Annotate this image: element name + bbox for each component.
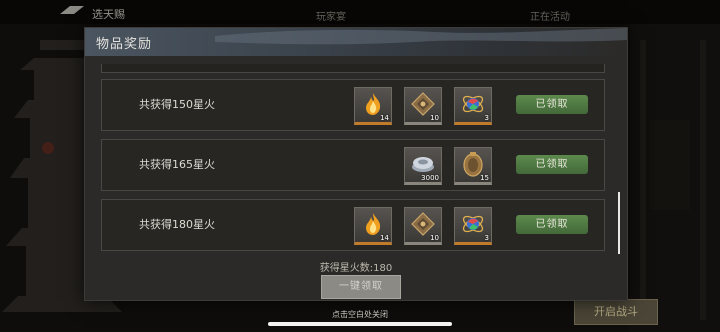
claim-all-button[interactable]: 一键领取 (321, 275, 401, 299)
claimed-button[interactable]: 已领取 (516, 215, 588, 234)
background-tab-1[interactable]: 玩家宴 (316, 8, 346, 23)
reward-item[interactable]: 14 (354, 207, 392, 245)
reward-item[interactable]: 3 (454, 87, 492, 125)
home-indicator[interactable] (268, 322, 452, 326)
reward-item[interactable]: 14 (354, 87, 392, 125)
item-quantity: 3 (484, 114, 489, 122)
item-quantity: 14 (380, 114, 389, 122)
reward-item[interactable]: 10 (404, 87, 442, 125)
reward-row-label: 共获得165星火 (139, 158, 215, 171)
item-quantity: 3000 (421, 174, 439, 182)
dialog-title: 物品奖励 (96, 37, 153, 52)
star-fire-count: 获得星火数:180 (319, 263, 393, 274)
reward-row: 共获得150星火 14 10 3 已领取 (101, 79, 605, 131)
item-quantity: 14 (380, 234, 389, 242)
list-scrollbar[interactable] (618, 192, 620, 254)
back-arrow-icon[interactable] (58, 4, 86, 18)
background-tab-2[interactable]: 正在活动 (530, 8, 570, 23)
reward-row: 共获得165星火 3000 15 已领取 (101, 139, 605, 191)
rainbow-orb-icon (462, 215, 484, 233)
claimed-button[interactable]: 已领取 (516, 95, 588, 114)
reward-item[interactable]: 10 (404, 207, 442, 245)
ink-brush-decoration (215, 28, 627, 45)
reward-item[interactable]: 3000 (404, 147, 442, 185)
reward-item[interactable]: 3 (454, 207, 492, 245)
reward-dialog: 物品奖励 共获得150星火 14 10 3 已领取 共获得165星火 3000 … (84, 27, 628, 301)
list-item-partial (101, 64, 605, 73)
background-title: 选天赐 (92, 8, 125, 21)
close-hint: 点击空白处关闭 (332, 310, 388, 319)
reward-row: 共获得180星火 14 10 3 已领取 (101, 199, 605, 251)
dialog-header: 物品奖励 (85, 28, 627, 56)
reward-row-label: 共获得150星火 (139, 98, 215, 111)
item-quantity: 10 (430, 114, 439, 122)
reward-list[interactable]: 共获得150星火 14 10 3 已领取 共获得165星火 3000 15 已领… (97, 64, 607, 280)
rainbow-orb-icon (462, 95, 484, 113)
item-quantity: 10 (430, 234, 439, 242)
item-quantity: 15 (480, 174, 489, 182)
reward-row-label: 共获得180星火 (139, 218, 215, 231)
item-quantity: 3 (484, 234, 489, 242)
reward-item[interactable]: 15 (454, 147, 492, 185)
claimed-button[interactable]: 已领取 (516, 155, 588, 174)
